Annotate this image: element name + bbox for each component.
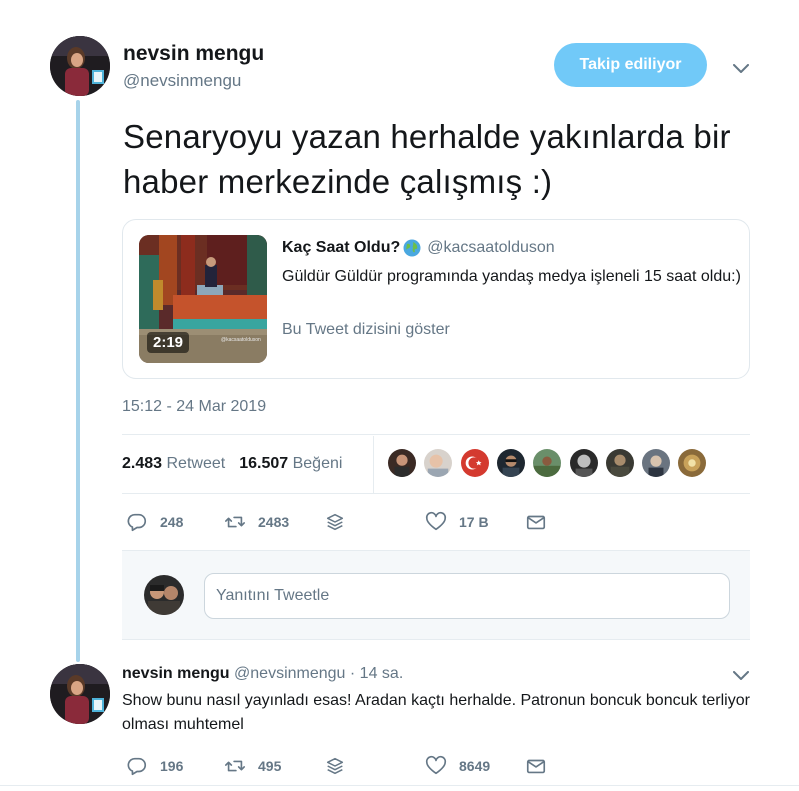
reply-icon [127,757,147,776]
liker-avatar[interactable] [496,448,526,478]
liker-avatar[interactable] [641,448,671,478]
liker-avatar[interactable] [460,448,490,478]
reply-time[interactable]: · 14 sa. [350,665,403,682]
reply-action[interactable]: 196 [126,755,183,777]
retweet-icon [225,516,245,528]
reply-composer: Yanıtını Tweetle [122,550,750,640]
retweet-stat-count: 2.483 [122,455,163,472]
liker-avatar[interactable] [532,448,562,478]
divider [0,785,799,786]
retweet-count: 2483 [258,514,290,530]
current-user-avatar[interactable] [144,575,184,615]
like-count: 17 B [459,514,489,530]
chevron-down-icon[interactable] [733,64,749,74]
reply-icon [127,513,147,532]
like-stat-count: 16.507 [239,455,289,472]
stack-action[interactable] [324,511,358,533]
retweet-icon [225,760,245,772]
show-thread-link[interactable]: Bu Tweet dizisini göster [282,321,450,339]
retweet-count: 495 [258,758,282,774]
quoted-author-handle[interactable]: @kacsaatolduson [427,239,554,257]
stats-separator [373,436,374,493]
retweet-action[interactable]: 495 [224,755,281,777]
thread-connector-line [76,100,80,662]
tweet-timestamp[interactable]: 15:12 - 24 Mar 2019 [122,398,266,416]
reply-count: 248 [160,514,184,530]
divider [122,493,750,494]
retweet-stat[interactable]: 2.483 Retweet [122,455,225,473]
heart-icon [425,755,447,775]
reply-author-avatar[interactable] [50,664,110,724]
liker-avatar[interactable] [387,448,417,478]
retweet-action[interactable]: 2483 [224,511,289,533]
tweet-text: Senaryoyu yazan herhalde yakınlarda bir … [123,118,731,200]
reply-author-name[interactable]: nevsin mengu [122,665,230,682]
liker-avatar[interactable] [569,448,599,478]
quoted-tweet-card[interactable]: @kacsaatolduson 2:19 Kaç Saat Oldu? @kac… [122,219,750,379]
quoted-author-row: Kaç Saat Oldu? @kacsaatolduson [282,239,555,257]
like-stat-label: Beğeni [292,455,343,472]
stack-icon [326,513,344,531]
video-duration: 2:19 [147,332,190,353]
like-action[interactable]: 8649 [425,755,490,777]
liker-avatar[interactable] [605,448,635,478]
reply-count: 196 [160,758,184,774]
globe-icon [403,239,421,257]
quoted-tweet-text: Güldür Güldür programında yandaş medya i… [282,268,741,285]
retweet-stat-label: Retweet [166,455,226,472]
engagement-stats: 2.483 Retweet 16.507 Beğeni [122,455,342,473]
reply-header: nevsin mengu @nevsinmengu · 14 sa. [122,665,403,683]
like-action[interactable]: 17 B [425,511,489,533]
divider [122,434,750,435]
author-avatar[interactable] [50,36,110,96]
mail-icon [526,759,546,774]
direct-message-action[interactable] [525,755,559,777]
stack-icon [326,757,344,775]
like-stat[interactable]: 16.507 Beğeni [239,455,342,473]
reply-input[interactable]: Yanıtını Tweetle [204,573,730,619]
reply-action[interactable]: 248 [126,511,183,533]
mail-icon [526,515,546,530]
following-button[interactable]: Takip ediliyor [554,43,707,87]
author-name[interactable]: nevsin mengu [123,42,264,66]
stack-action[interactable] [324,755,358,777]
author-handle[interactable]: @nevsinmengu [123,71,241,91]
reply-author-handle[interactable]: @nevsinmengu [234,665,345,682]
liker-avatar[interactable] [677,448,707,478]
chevron-down-icon[interactable] [733,671,749,681]
liker-avatar[interactable] [423,448,453,478]
quoted-author-name[interactable]: Kaç Saat Oldu? [282,239,400,257]
heart-icon [425,511,447,531]
direct-message-action[interactable] [525,511,559,533]
video-thumbnail[interactable]: @kacsaatolduson 2:19 [139,235,267,363]
thumbnail-watermark: @kacsaatolduson [221,337,261,343]
reply-tweet-text: Show bunu nasıl yayınladı esas! Aradan k… [122,692,750,733]
like-count: 8649 [459,758,491,774]
